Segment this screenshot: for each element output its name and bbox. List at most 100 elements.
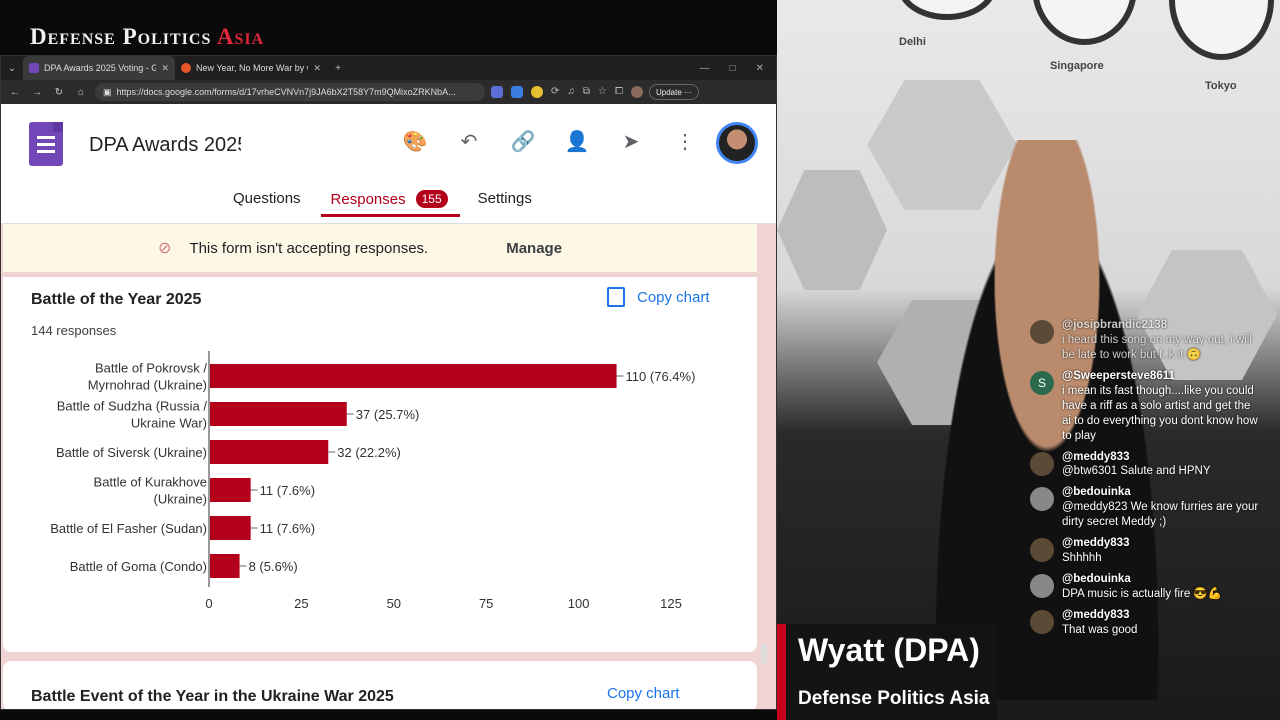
browser-tab-forms[interactable]: DPA Awards 2025 Voting - Google Forms ✕: [23, 56, 175, 80]
minimize-icon[interactable]: —: [700, 63, 710, 74]
add-collaborator-icon[interactable]: 👤: [561, 129, 593, 154]
chat-avatar: [1030, 451, 1054, 476]
maximize-icon[interactable]: □: [730, 63, 736, 74]
home-icon[interactable]: ⌂: [73, 87, 89, 98]
chat-username: @meddy833: [1062, 608, 1130, 621]
refresh-icon[interactable]: ↻: [51, 87, 67, 98]
chat-text: @meddy823 We know furries are your dirty…: [1062, 501, 1259, 529]
chart-bar: [210, 440, 329, 464]
chat-username: @meddy833: [1062, 537, 1130, 550]
undo-icon[interactable]: ↶: [453, 129, 485, 154]
chat-body: @Sweepersteve8611 i mean its fast though.…: [1062, 369, 1260, 444]
chat-username: @bedouinka: [1062, 573, 1131, 586]
lower-third-nameplate: Wyatt (DPA) Defense Politics Asia: [777, 624, 997, 720]
split-icon[interactable]: ⧉: [583, 86, 590, 98]
new-tab-icon[interactable]: +: [327, 63, 349, 74]
chat-overlay: @josipbrandic2138 i heard this song on my…: [1030, 318, 1260, 644]
category-label: (Ukraine): [154, 492, 207, 507]
form-tabs: Questions Responses 155 Settings: [233, 190, 532, 217]
window-controls: — □ ✕: [700, 63, 776, 74]
copy-chart-button[interactable]: Copy chart: [607, 287, 710, 307]
tab-bar: ⌄ DPA Awards 2025 Voting - Google Forms …: [1, 56, 776, 80]
lock-icon: ▣: [103, 86, 112, 97]
extension-icon[interactable]: [511, 86, 523, 98]
chat-message: @meddy833 @btw6301 Salute and HPNY: [1030, 450, 1260, 480]
chat-body: @meddy833 That was good: [1062, 608, 1137, 638]
extension-icon[interactable]: ⟳: [551, 86, 559, 98]
chat-avatar: [1030, 574, 1054, 599]
forward-icon[interactable]: →: [29, 87, 45, 98]
x-tick-label: 0: [205, 596, 212, 611]
clock-label: Singapore: [1050, 60, 1104, 72]
streamer-name: Wyatt (DPA): [798, 632, 980, 668]
back-icon[interactable]: ←: [7, 87, 23, 98]
collections-icon[interactable]: ⧠: [615, 86, 623, 98]
chat-body: @meddy833 @btw6301 Salute and HPNY: [1062, 450, 1210, 480]
chat-text: Shhhhh: [1062, 552, 1102, 565]
publish-icon[interactable]: ➤: [615, 129, 647, 154]
account-avatar[interactable]: [716, 122, 758, 164]
form-title[interactable]: DPA Awards 2025: [89, 134, 241, 157]
x-tick-label: 25: [294, 596, 308, 611]
tab-responses[interactable]: Responses 155: [320, 190, 460, 217]
scrollbar[interactable]: [761, 644, 767, 664]
clock: [1169, 0, 1274, 60]
extension-icon[interactable]: [491, 86, 503, 98]
tab-title: New Year, No More War by wyatt: [196, 63, 308, 73]
next-question-card: Battle Event of the Year in the Ukraine …: [3, 661, 757, 709]
category-label: Battle of Siversk (Ukraine): [56, 445, 207, 460]
category-label: Battle of El Fasher (Sudan): [50, 521, 207, 536]
question-summary-card: Battle of the Year 2025 144 responses Co…: [3, 277, 757, 652]
question-title: Battle of the Year 2025: [31, 291, 202, 308]
data-label: 11 (7.6%): [260, 521, 315, 536]
x-tick-label: 125: [660, 596, 682, 611]
chat-message: @bedouinka @meddy823 We know furries are …: [1030, 485, 1260, 530]
manage-button[interactable]: Manage: [506, 240, 562, 257]
close-window-icon[interactable]: ✕: [756, 63, 764, 74]
clock: [897, 0, 997, 20]
url-field[interactable]: ▣ https://docs.google.com/forms/d/17vrhe…: [95, 83, 485, 101]
extension-icon[interactable]: [531, 86, 543, 98]
wall-hexagon: [777, 170, 887, 290]
palette-icon[interactable]: 🎨: [399, 129, 431, 154]
not-accepting-icon: ⊘: [158, 240, 172, 257]
tab-questions[interactable]: Questions: [233, 190, 301, 208]
tab-list-icon[interactable]: ⌄: [1, 63, 23, 74]
chat-avatar: [1030, 487, 1054, 512]
close-tab-icon[interactable]: ✕: [161, 63, 169, 74]
chat-body: @josipbrandic2138 i heard this song on my…: [1062, 318, 1260, 363]
chat-text: DPA music is actually fire 😎💪: [1062, 588, 1223, 600]
update-button[interactable]: Update ···: [649, 84, 700, 100]
chart-bar: [210, 554, 240, 578]
category-label: Battle of Pokrovsk /: [95, 361, 207, 376]
chat-username: @Sweepersteve8611: [1062, 369, 1175, 382]
chart-bar: [210, 402, 347, 426]
data-label: 110 (76.4%): [626, 369, 696, 384]
not-accepting-banner: ⊘ This form isn't accepting responses. M…: [3, 224, 757, 272]
copy-chart-button[interactable]: Copy chart: [607, 685, 680, 702]
chat-username: @josipbrandic2138: [1062, 319, 1168, 331]
extension-icon[interactable]: ♫: [567, 86, 575, 98]
tab-settings[interactable]: Settings: [478, 190, 532, 208]
more-options-icon[interactable]: ⋮: [669, 129, 701, 154]
favorites-icon[interactable]: ☆: [598, 86, 607, 98]
x-tick-label: 75: [479, 596, 493, 611]
x-tick-label: 100: [568, 596, 590, 611]
copy-icon: [607, 287, 625, 307]
google-forms-page: DPA Awards 2025 🎨 ↶ 🔗 👤 ➤ ⋮ Questions Re…: [1, 104, 776, 709]
chat-text: @btw6301 Salute and HPNY: [1062, 465, 1211, 478]
link-icon[interactable]: 🔗: [507, 129, 539, 154]
browser-tab-music[interactable]: New Year, No More War by wyatt ✕: [175, 56, 327, 80]
category-label: Battle of Sudzha (Russia /: [57, 399, 208, 414]
google-forms-logo-icon[interactable]: [29, 122, 63, 166]
header-toolbar: 🎨 ↶ 🔗 👤 ➤ ⋮: [399, 129, 701, 154]
chat-message: @bedouinka DPA music is actually fire 😎💪: [1030, 572, 1260, 602]
close-tab-icon[interactable]: ✕: [313, 63, 321, 74]
chat-avatar: [1030, 609, 1054, 634]
chat-text: That was good: [1062, 623, 1138, 636]
chat-text: i mean its fast though....like you could…: [1062, 384, 1258, 442]
chat-body: @bedouinka DPA music is actually fire 😎💪: [1062, 572, 1222, 602]
profile-icon[interactable]: [631, 86, 643, 98]
notice-text: This form isn't accepting responses.: [189, 239, 429, 257]
category-label: Ukraine War): [131, 416, 207, 431]
